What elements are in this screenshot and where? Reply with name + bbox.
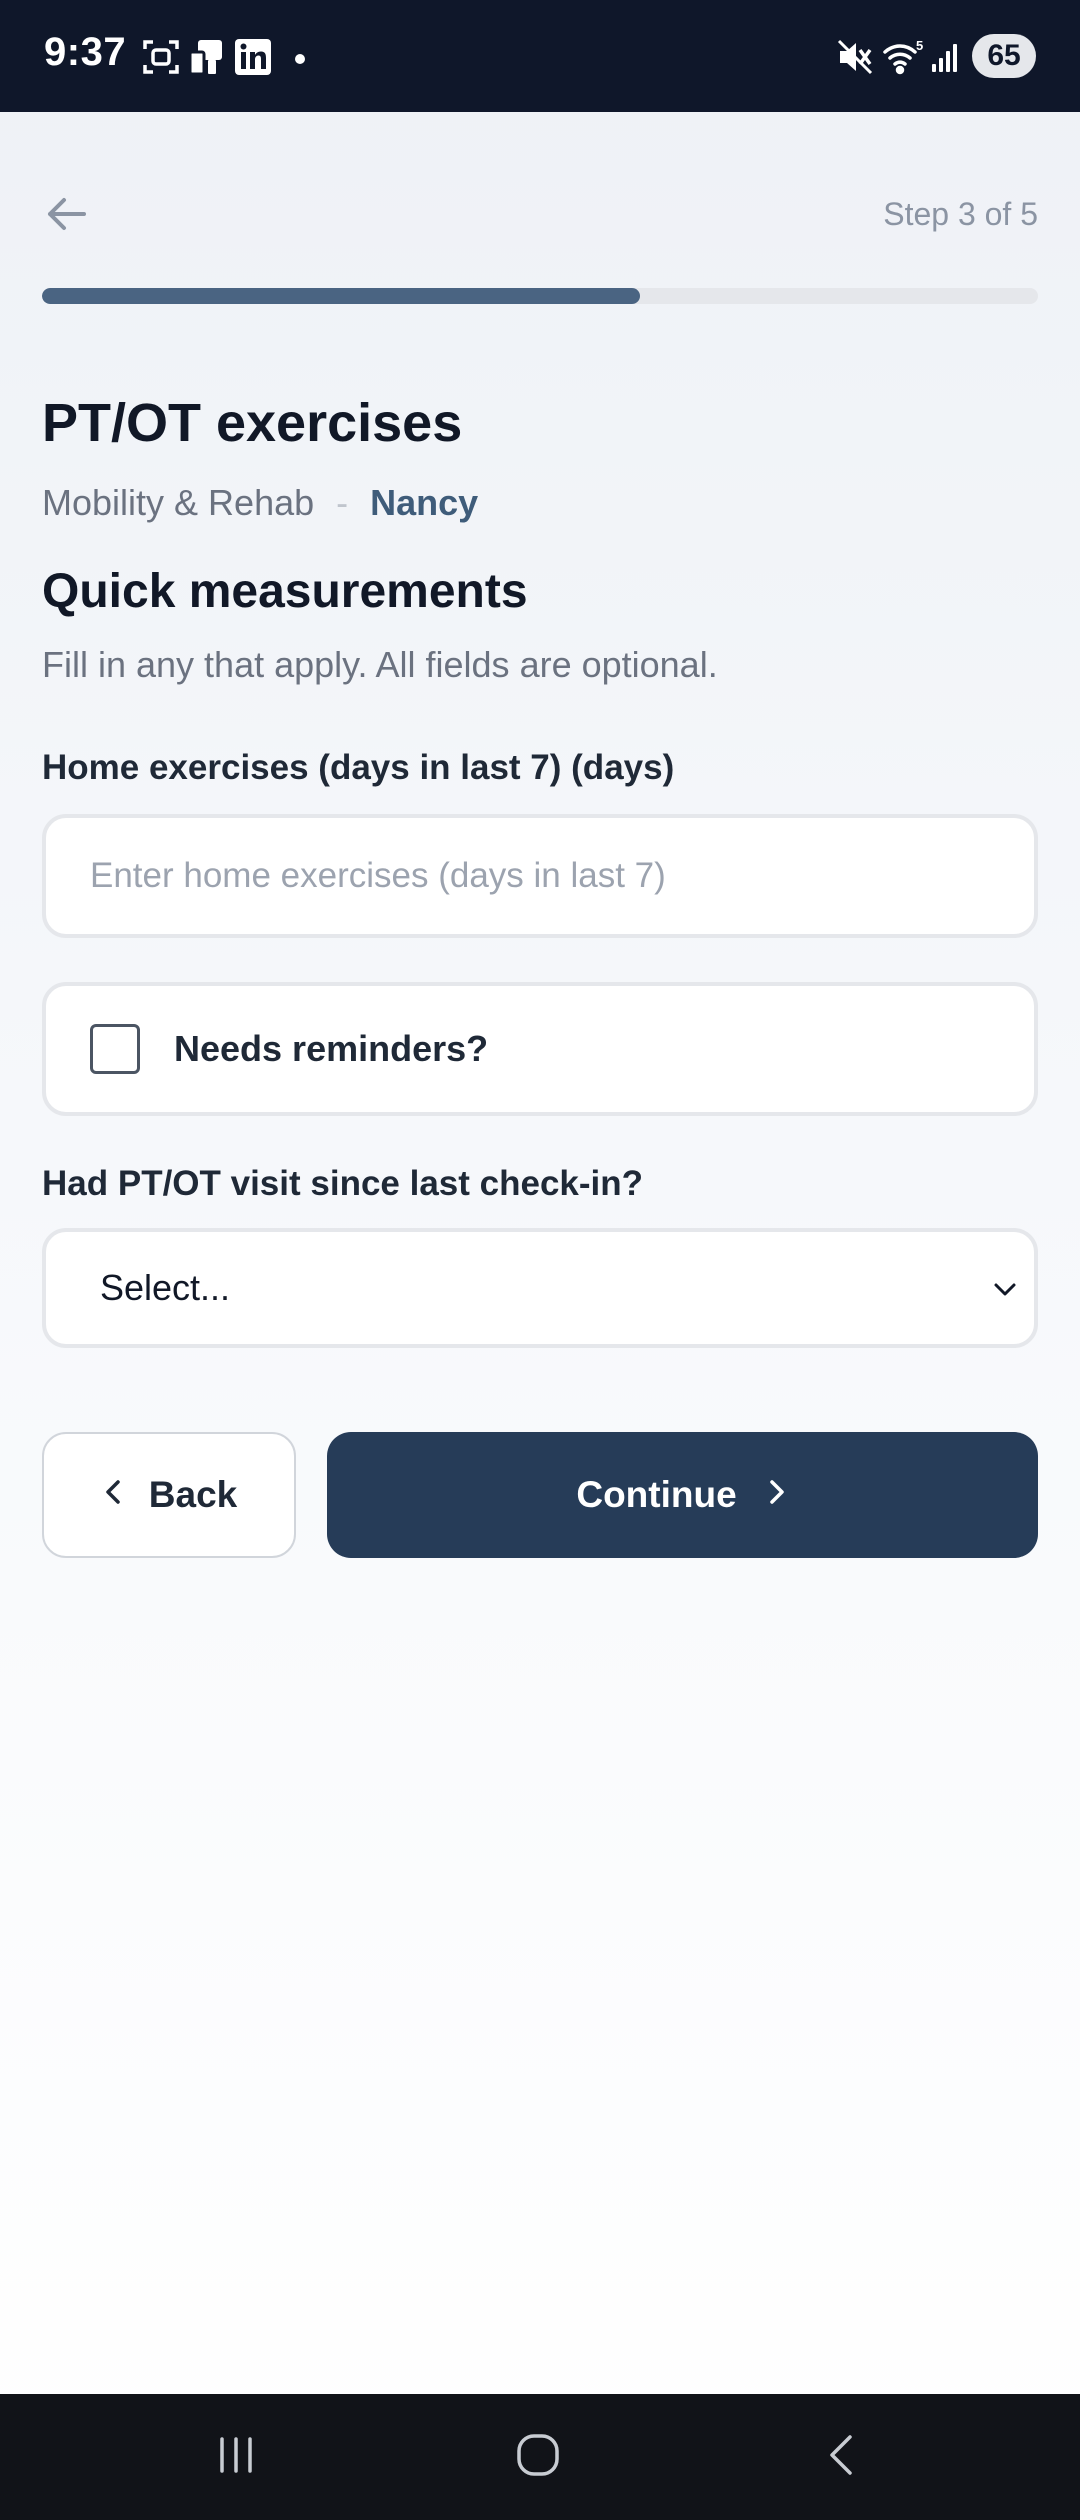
continue-button[interactable]: Continue (327, 1432, 1038, 1558)
needs-reminders-checkbox[interactable]: Needs reminders? (42, 982, 1038, 1116)
device-icon (188, 38, 226, 81)
home-exercises-input[interactable] (42, 814, 1038, 938)
linkedin-icon (234, 38, 272, 81)
step-indicator: Step 3 of 5 (883, 196, 1038, 232)
subtitle-separator: - (336, 482, 349, 523)
checkbox-box[interactable] (90, 1024, 140, 1074)
notification-dot (295, 54, 305, 64)
chevron-left-icon (101, 1474, 127, 1516)
status-time: 9:37 (44, 30, 127, 74)
signal-icon (930, 38, 964, 81)
back-button-label: Back (148, 1474, 238, 1515)
system-nav-bar (0, 2394, 1080, 2520)
battery-indicator: 65 (972, 34, 1036, 78)
recent-apps-icon (214, 2433, 258, 2482)
screenshot-icon (142, 38, 180, 81)
section-description: Fill in any that apply. All fields are o… (42, 644, 718, 685)
needs-reminders-label: Needs reminders? (174, 1028, 489, 1069)
recent-apps-button[interactable] (156, 2394, 316, 2520)
back-arrow-icon[interactable] (44, 192, 88, 241)
back-button[interactable]: Back (42, 1432, 296, 1558)
category-label: Mobility & Rehab (42, 482, 315, 523)
wifi-icon: 5 (882, 38, 926, 81)
subtitle-row: Mobility & Rehab - Nancy (42, 482, 478, 524)
home-exercises-label: Home exercises (days in last 7) (days) (42, 748, 675, 787)
home-button[interactable] (458, 2394, 618, 2520)
chevron-right-icon (763, 1474, 789, 1516)
home-icon (514, 2431, 562, 2484)
select-value: Select... (100, 1267, 231, 1308)
person-name: Nancy (370, 482, 479, 523)
progress-bar (42, 288, 1038, 304)
system-back-icon (822, 2431, 862, 2484)
status-bar: 9:37 5 65 (0, 0, 1080, 112)
pt-visit-label: Had PT/OT visit since last check-in? (42, 1164, 644, 1203)
page-title: PT/OT exercises (42, 393, 463, 453)
progress-fill (42, 288, 640, 304)
svg-text:5: 5 (916, 38, 923, 53)
mute-icon (836, 38, 874, 81)
pt-visit-select[interactable]: Select... (42, 1228, 1038, 1348)
section-title: Quick measurements (42, 565, 528, 618)
system-back-button[interactable] (762, 2394, 922, 2520)
chevron-down-icon (990, 1274, 1020, 1309)
continue-button-label: Continue (576, 1474, 737, 1515)
